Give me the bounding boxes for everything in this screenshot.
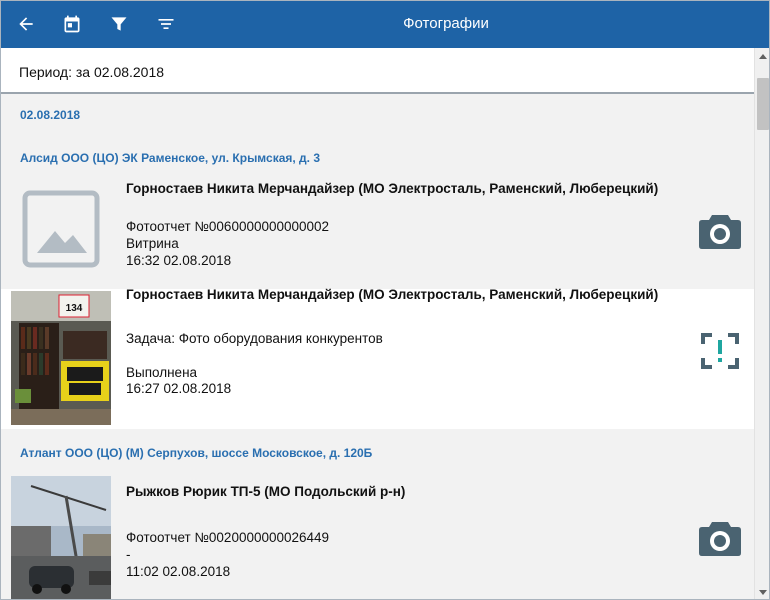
camera-button[interactable] (695, 516, 745, 560)
scrollbar-thumb[interactable] (757, 78, 769, 130)
scan-alert-icon (701, 333, 739, 369)
item-doc: Фотоотчет №0060000000000002 (126, 219, 330, 234)
scroll-up-button[interactable] (755, 48, 769, 64)
scroll-down-icon (759, 590, 767, 595)
item-time: 16:27 02.08.2018 (126, 381, 232, 396)
item-status: Выполнена (126, 365, 198, 380)
photo-list: 02.08.2018 Алсид ООО (ЦО) ЭК Раменское, … (1, 94, 754, 599)
item-type: Витрина (126, 236, 179, 251)
date-header: 02.08.2018 (20, 108, 81, 122)
app-window: Фотографии Период: за 02.08.2018 02.08.2… (0, 0, 770, 600)
item-type: - (126, 547, 131, 562)
scroll-down-button[interactable] (755, 585, 769, 599)
toolbar: Фотографии (1, 1, 769, 48)
price-tag-text: 134 (66, 303, 83, 314)
page-title: Фотографии (403, 15, 489, 32)
list-item[interactable]: 134 Горностаев Никита Мерчандайзер (МО Э… (1, 287, 754, 429)
store-header[interactable]: Алсид ООО (ЦО) ЭК Раменское, ул. Крымска… (20, 151, 320, 165)
camera-icon (699, 215, 741, 249)
vertical-scrollbar[interactable] (754, 48, 769, 599)
item-task: Задача: Фото оборудования конкурентов (126, 331, 383, 346)
item-author: Горностаев Никита Мерчандайзер (МО Элект… (126, 181, 659, 196)
camera-button[interactable] (695, 209, 745, 253)
thumbnail-placeholder[interactable] (11, 173, 111, 283)
item-author: Рыжков Рюрик ТП-5 (МО Подольский р-н) (126, 484, 406, 499)
store-shelf-photo: 134 (11, 291, 111, 425)
scan-alert-button[interactable] (695, 329, 745, 373)
list-item[interactable]: Горностаев Никита Мерчандайзер (МО Элект… (1, 167, 754, 289)
image-placeholder-icon (22, 190, 100, 268)
item-doc: Фотоотчет №0020000000026449 (126, 530, 330, 545)
item-time: 11:02 02.08.2018 (126, 564, 231, 579)
item-author: Горностаев Никита Мерчандайзер (МО Элект… (126, 287, 659, 302)
item-time: 16:32 02.08.2018 (126, 253, 232, 268)
camera-icon (699, 522, 741, 556)
period-label: Период: за 02.08.2018 (19, 64, 165, 80)
list-item[interactable]: Рыжков Рюрик ТП-5 (МО Подольский р-н) Фо… (1, 472, 754, 599)
store-header[interactable]: Атлант ООО (ЦО) (М) Серпухов, шоссе Моск… (20, 446, 372, 460)
period-bar[interactable]: Период: за 02.08.2018 (1, 48, 754, 94)
photo-thumbnail[interactable]: 134 (11, 291, 111, 425)
street-photo (11, 476, 111, 599)
scroll-up-icon (759, 54, 767, 59)
photo-thumbnail[interactable] (11, 476, 111, 599)
